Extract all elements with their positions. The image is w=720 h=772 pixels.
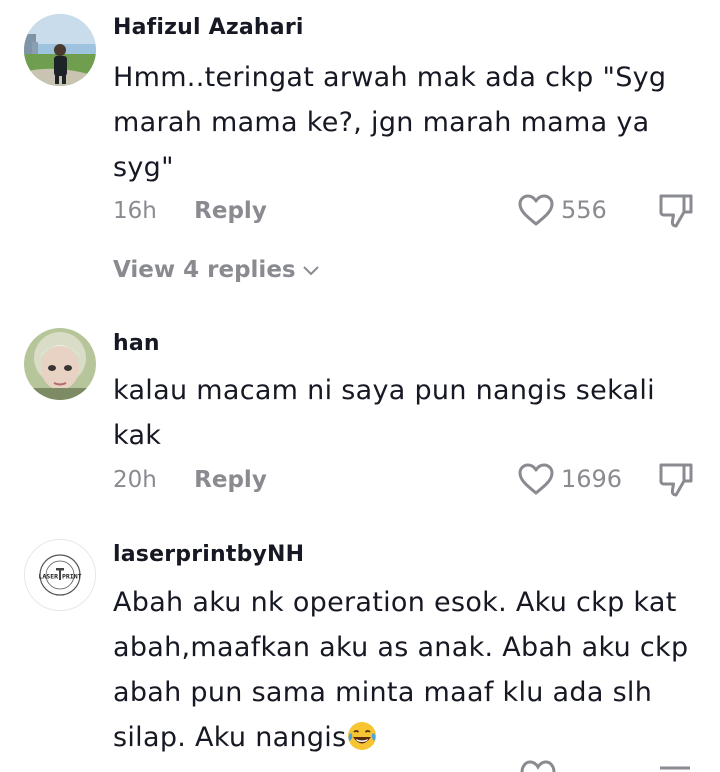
comment-meta: 20h Reply (113, 467, 267, 493)
heart-icon[interactable] (520, 758, 556, 772)
avatar[interactable] (24, 328, 96, 400)
thumbs-down-icon[interactable] (658, 758, 694, 772)
chevron-down-icon (302, 266, 319, 276)
face-with-tears-of-joy-icon (348, 722, 377, 750)
comment-item: Hafizul Azahari Hmm..teringat arwah mak … (0, 0, 720, 300)
reply-button[interactable]: Reply (194, 198, 267, 224)
username[interactable]: Hafizul Azahari (113, 15, 304, 40)
like-count: 556 (561, 196, 607, 224)
comment-text-body: Abah aku nk operation esok. Aku ckp kat … (113, 587, 689, 753)
username[interactable]: laserprintbyNH (113, 542, 304, 567)
timestamp: 16h (113, 198, 157, 224)
thumbs-down-icon (659, 463, 693, 497)
dislike-button[interactable] (656, 190, 696, 230)
comment-text: Hmm..teringat arwah mak ada ckp "Syg mar… (113, 62, 667, 183)
comment-text: Abah aku nk operation esok. Aku ckp kat … (113, 580, 703, 760)
comment-text: kalau macam ni saya pun nangis sekali ka… (113, 375, 655, 451)
view-replies-label: View 4 replies (113, 257, 296, 283)
like-count: 1696 (561, 465, 623, 493)
thumbs-down-icon (659, 194, 693, 228)
dislike-button[interactable] (656, 459, 696, 499)
like-button[interactable]: 556 (517, 190, 607, 230)
avatar[interactable]: LASER PRINT (24, 539, 96, 611)
laser-print-logo: LASER PRINT (25, 540, 95, 610)
heart-icon (518, 194, 554, 226)
username[interactable]: han (113, 331, 160, 356)
avatar[interactable] (24, 14, 96, 86)
like-button[interactable]: 1696 (517, 459, 622, 499)
timestamp: 20h (113, 467, 157, 493)
svg-text:LASER PRINT: LASER PRINT (38, 573, 81, 581)
comment-meta: 16h Reply (113, 198, 267, 224)
view-replies-button[interactable]: View 4 replies (113, 257, 320, 283)
heart-icon (518, 463, 554, 495)
reply-button[interactable]: Reply (194, 467, 267, 493)
